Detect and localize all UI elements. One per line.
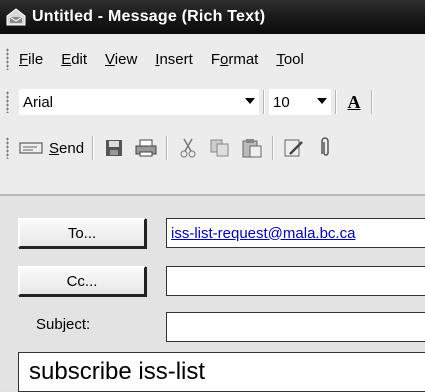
toolbar-grip[interactable] — [6, 137, 9, 159]
send-icon — [19, 142, 43, 154]
title-bar: Untitled - Message (Rich Text) — [0, 0, 425, 34]
subject-label: Subject: — [36, 316, 91, 333]
edit-icon[interactable] — [282, 137, 306, 159]
menu-tools[interactable]: Tool — [276, 51, 304, 68]
to-recipient[interactable]: iss-list-request@mala.bc.ca — [171, 225, 355, 242]
cc-button[interactable]: Cc... — [18, 266, 146, 296]
to-button[interactable]: To... — [18, 218, 146, 248]
window-title: Untitled - Message (Rich Text) — [32, 8, 266, 25]
menu-file[interactable]: File — [19, 51, 43, 68]
toolbar-separator — [166, 136, 169, 160]
attach-icon[interactable] — [314, 137, 338, 159]
menu-format[interactable]: Format — [211, 51, 259, 68]
menu-edit[interactable]: Edit — [61, 51, 87, 68]
copy-icon[interactable] — [208, 137, 232, 159]
font-size-value: 10 — [273, 93, 290, 111]
message-body[interactable]: subscribe iss-list — [18, 352, 425, 392]
toolbar-grip[interactable] — [6, 91, 9, 113]
subject-field[interactable] — [166, 312, 425, 342]
print-icon[interactable] — [134, 137, 158, 159]
toolbar-separator — [335, 90, 337, 114]
menu-view[interactable]: View — [105, 51, 137, 68]
toolbar-grip[interactable] — [6, 48, 9, 70]
toolbar-separator — [92, 136, 95, 160]
cut-icon[interactable] — [176, 137, 200, 159]
font-name-select[interactable]: Arial — [19, 89, 259, 115]
message-window-icon — [6, 8, 26, 26]
send-button[interactable]: Send — [19, 140, 84, 157]
toolbar-separator — [371, 90, 373, 114]
font-name-value: Arial — [23, 93, 54, 111]
save-icon[interactable] — [102, 137, 126, 159]
paste-icon[interactable] — [240, 137, 264, 159]
toolbar-separator — [272, 136, 275, 160]
font-color-button[interactable]: A — [341, 89, 367, 115]
chevron-down-icon[interactable] — [245, 98, 255, 104]
font-size-select[interactable]: 10 — [269, 89, 331, 115]
menu-bar: File Edit View Insert Format Tool — [0, 42, 425, 76]
formatting-toolbar: Arial 10 A — [0, 84, 425, 120]
toolbars-area: File Edit View Insert Format Tool Arial … — [0, 34, 425, 194]
toolbar-separator — [263, 90, 265, 114]
cc-field[interactable] — [166, 266, 425, 296]
to-field[interactable]: iss-list-request@mala.bc.ca — [166, 218, 425, 248]
standard-toolbar: Send — [0, 130, 425, 166]
chevron-down-icon[interactable] — [317, 98, 327, 104]
menu-insert[interactable]: Insert — [155, 51, 193, 68]
address-panel: To... iss-list-request@mala.bc.ca Cc... … — [0, 196, 425, 392]
